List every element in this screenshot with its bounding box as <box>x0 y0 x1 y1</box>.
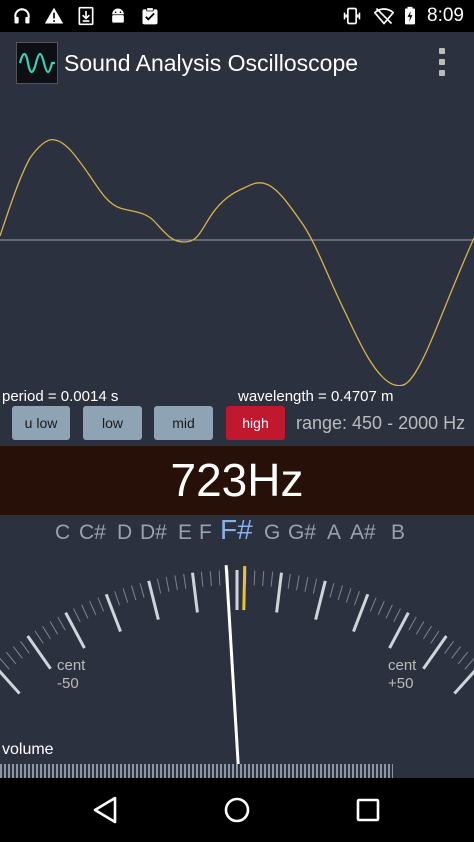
headphones-icon <box>14 8 30 24</box>
gauge-minor-tick <box>12 646 23 659</box>
cent-right-label: cent +50 <box>388 657 417 692</box>
waveform-trace <box>0 138 474 386</box>
period-label: period = 0.0014 s <box>2 388 119 405</box>
status-time: 8:09 <box>427 5 464 26</box>
gauge-major-tick <box>147 580 160 621</box>
gauge-minor-tick <box>329 582 335 598</box>
gauge-minor-tick <box>408 616 417 631</box>
gauge-major-tick <box>0 669 21 695</box>
gauge-major-tick <box>104 593 122 633</box>
gauge-minor-tick <box>451 646 462 659</box>
gauge-minor-tick <box>131 585 137 601</box>
waveform-icon <box>16 42 58 84</box>
gauge-minor-tick <box>345 588 352 603</box>
volume-label: volume <box>2 741 54 758</box>
gauge-minor-tick <box>183 573 187 589</box>
gauge-major-tick <box>26 635 52 670</box>
gauge-minor-tick <box>34 630 44 644</box>
gauge-major-tick <box>191 572 199 613</box>
gauge-minor-tick <box>393 608 401 623</box>
gauge-major-tick <box>64 612 86 649</box>
gauge-minor-tick <box>19 640 30 654</box>
gauge-minor-tick <box>97 597 105 612</box>
gauge-major-tick <box>275 572 283 613</box>
gauge-minor-tick <box>218 570 221 586</box>
battery-charging-icon <box>405 6 415 25</box>
recents-icon[interactable] <box>350 792 386 828</box>
gauge-minor-tick <box>337 585 343 601</box>
vibrate-icon <box>343 7 361 25</box>
android-icon <box>112 8 124 23</box>
gauge-minor-tick <box>270 571 274 587</box>
gauge-minor-tick <box>209 570 212 586</box>
gauge-minor-tick <box>200 571 204 587</box>
volume-meter <box>0 764 393 778</box>
gauge-minor-tick <box>415 621 425 635</box>
range-low-button[interactable]: low <box>83 406 142 440</box>
gauge-minor-tick <box>287 573 291 589</box>
gauge-minor-tick <box>296 575 300 591</box>
gauge-minor-tick <box>139 582 145 598</box>
gauge-minor-tick <box>262 570 265 586</box>
gauge-minor-tick <box>5 651 17 665</box>
frequency-panel: 723Hz <box>0 446 474 515</box>
range-mid-button[interactable]: mid <box>154 406 213 440</box>
gauge-minor-tick <box>423 625 432 640</box>
cent-left-label: cent -50 <box>57 657 86 692</box>
app-bar: Sound Analysis Oscilloscope <box>0 32 474 96</box>
oscilloscope-display <box>0 138 474 386</box>
app-title: Sound Analysis Oscilloscope <box>64 50 359 76</box>
back-icon[interactable] <box>88 792 124 828</box>
gauge-minor-tick <box>377 600 385 615</box>
clipboard-check-icon <box>142 7 158 25</box>
wavelength-label: wavelength = 0.4707 m <box>238 388 394 405</box>
oscilloscope-panel: period = 0.0014 s wavelength = 0.4707 m … <box>0 96 474 446</box>
gauge-minor-tick <box>114 590 121 606</box>
gauge-minor-tick <box>369 597 377 612</box>
gauge-minor-tick <box>165 576 170 592</box>
gauge-target-marker <box>242 566 247 611</box>
gauge-major-tick <box>422 635 448 670</box>
gauge-minor-tick <box>89 600 97 615</box>
home-icon[interactable] <box>219 792 255 828</box>
status-bar: 8:09 <box>0 0 474 32</box>
warning-icon <box>44 7 64 24</box>
gauge-minor-tick <box>385 604 393 619</box>
gauge-major-tick <box>314 580 327 621</box>
gauge-minor-tick <box>57 616 66 631</box>
navigation-bar <box>0 778 474 842</box>
tuner-panel: C C# D D# E F F# G G# A A# B cent -50 cent +50 volu… <box>0 514 474 778</box>
frequency-value: 723Hz <box>170 454 304 506</box>
range-label: range: 450 - 2000 Hz <box>296 413 466 433</box>
wifi-off-icon <box>374 7 394 25</box>
gauge-minor-tick <box>156 578 162 594</box>
download-icon <box>78 6 94 26</box>
gauge-minor-tick <box>464 657 474 670</box>
gauge-minor-tick <box>312 578 318 594</box>
gauge-minor-tick <box>253 570 256 586</box>
gauge-minor-tick <box>49 621 59 635</box>
gauge-major-tick <box>388 612 410 649</box>
gauge-major-tick <box>453 669 474 695</box>
gauge-minor-tick <box>457 651 469 665</box>
gauge-minor-tick <box>0 657 10 670</box>
gauge-minor-tick <box>42 625 51 640</box>
tuner-gauge <box>0 565 474 778</box>
gauge-minor-tick <box>81 604 89 619</box>
gauge-minor-tick <box>122 588 129 603</box>
gauge-major-tick <box>352 593 370 633</box>
overflow-menu-icon[interactable] <box>436 48 448 82</box>
range-u-low-button[interactable]: u low <box>12 406 70 440</box>
gauge-minor-tick <box>73 608 81 623</box>
gauge-minor-tick <box>430 630 440 644</box>
gauge-minor-tick <box>444 640 455 654</box>
gauge-minor-tick <box>304 576 309 592</box>
gauge-minor-tick <box>353 590 360 606</box>
gauge-minor-tick <box>174 575 178 591</box>
range-high-button[interactable]: high <box>226 406 285 440</box>
